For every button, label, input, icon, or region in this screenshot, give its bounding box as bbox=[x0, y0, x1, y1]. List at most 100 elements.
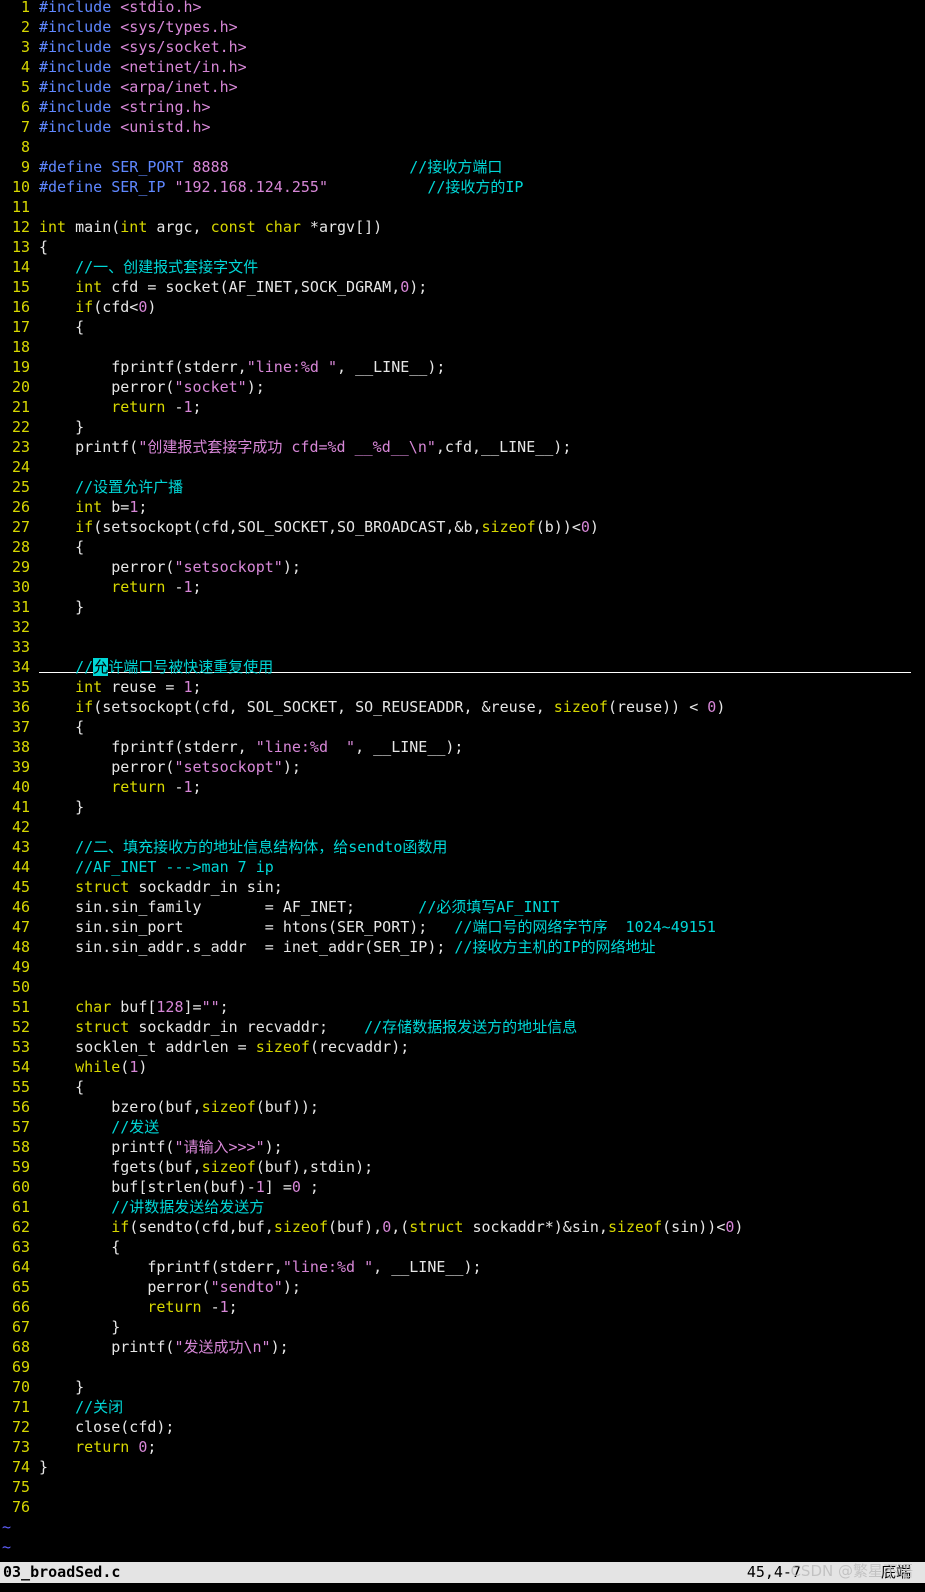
code-line[interactable]: 50 bbox=[0, 977, 925, 997]
code-line[interactable]: 53 socklen_t addrlen = sizeof(recvaddr); bbox=[0, 1037, 925, 1057]
code-token: sizeof bbox=[481, 518, 536, 536]
code-line[interactable]: 45 struct sockaddr_in sin; bbox=[0, 877, 925, 897]
line-number: 48 bbox=[11, 938, 30, 956]
code-line[interactable]: 6 #include <string.h> bbox=[0, 97, 925, 117]
code-line[interactable]: 30 return -1; bbox=[0, 577, 925, 597]
code-line[interactable]: 24 bbox=[0, 457, 925, 477]
code-line[interactable]: 12 int main(int argc, const char *argv[]) bbox=[0, 217, 925, 237]
code-line[interactable]: 36 if(setsockopt(cfd, SOL_SOCKET, SO_REU… bbox=[0, 697, 925, 717]
code-line[interactable]: 10 #define SER_IP "192.168.124.255" //接收方… bbox=[0, 177, 925, 197]
code-line[interactable]: 7 #include <unistd.h> bbox=[0, 117, 925, 137]
code-line[interactable]: 74} bbox=[0, 1457, 925, 1477]
code-line[interactable]: 48 sin.sin_addr.s_addr = inet_addr(SER_I… bbox=[0, 937, 925, 957]
code-editor[interactable]: 1 #include <stdio.h> 2 #include <sys/types.… bbox=[0, 0, 925, 1562]
code-line[interactable]: 46 sin.sin_family = AF_INET; //必须填写AF_IN… bbox=[0, 897, 925, 917]
code-line[interactable]: 21 return -1; bbox=[0, 397, 925, 417]
code-line[interactable]: 51 char buf[128]=""; bbox=[0, 997, 925, 1017]
line-number: 64 bbox=[11, 1258, 30, 1276]
code-token: (b))< bbox=[535, 518, 581, 536]
code-line[interactable]: 20 perror("socket"); bbox=[0, 377, 925, 397]
code-line[interactable]: 59 fgets(buf,sizeof(buf),stdin); bbox=[0, 1157, 925, 1177]
code-line[interactable]: 49 bbox=[0, 957, 925, 977]
code-token: argc, bbox=[147, 218, 211, 236]
code-line[interactable]: 42 bbox=[0, 817, 925, 837]
code-line[interactable]: 5 #include <arpa/inet.h> bbox=[0, 77, 925, 97]
code-line[interactable]: 58 printf("请输入>>>"); bbox=[0, 1137, 925, 1157]
code-line[interactable]: 25 //设置允许广播 bbox=[0, 477, 925, 497]
code-line[interactable]: 70 } bbox=[0, 1377, 925, 1397]
code-text: if(setsockopt(cfd, SOL_SOCKET, SO_REUSEA… bbox=[39, 697, 725, 717]
code-line[interactable]: 55 { bbox=[0, 1077, 925, 1097]
code-line[interactable]: 75 bbox=[0, 1477, 925, 1497]
code-line[interactable]: 64 fprintf(stderr,"line:%d ", __LINE__); bbox=[0, 1257, 925, 1277]
code-line[interactable]: 38 fprintf(stderr, "line:%d ", __LINE__)… bbox=[0, 737, 925, 757]
code-token: buf[strlen(buf)- bbox=[39, 1178, 256, 1196]
code-line[interactable]: 39 perror("setsockopt"); bbox=[0, 757, 925, 777]
code-line[interactable]: 33 bbox=[0, 637, 925, 657]
code-line[interactable]: 43 //二、填充接收方的地址信息结构体，给sendto函数用 bbox=[0, 837, 925, 857]
code-line[interactable]: 23 printf("创建报式套接字成功 cfd=%d __%d__\n",cf… bbox=[0, 437, 925, 457]
code-line[interactable]: 72 close(cfd); bbox=[0, 1417, 925, 1437]
code-line[interactable]: 28 { bbox=[0, 537, 925, 557]
code-line[interactable]: 34 //允许端口号被快速重复使用 bbox=[0, 657, 925, 677]
code-line[interactable]: 76 bbox=[0, 1497, 925, 1517]
code-line[interactable]: 31 } bbox=[0, 597, 925, 617]
code-line[interactable]: 65 perror("sendto"); bbox=[0, 1277, 925, 1297]
code-line[interactable]: 60 buf[strlen(buf)-1] =0 ; bbox=[0, 1177, 925, 1197]
code-line[interactable]: 47 sin.sin_port = htons(SER_PORT); //端口号… bbox=[0, 917, 925, 937]
code-token: sizeof bbox=[201, 1098, 256, 1116]
code-line[interactable]: 32 bbox=[0, 617, 925, 637]
code-line[interactable]: 67 } bbox=[0, 1317, 925, 1337]
code-line[interactable]: 18 bbox=[0, 337, 925, 357]
code-line[interactable]: 8 bbox=[0, 137, 925, 157]
code-line[interactable]: 52 struct sockaddr_in recvaddr; //存储数据报发… bbox=[0, 1017, 925, 1037]
code-line[interactable]: 9 #define SER_PORT 8888 //接收方端口 bbox=[0, 157, 925, 177]
code-token: ] = bbox=[264, 1178, 292, 1196]
code-line[interactable]: 14 //一、创建报式套接字文件 bbox=[0, 257, 925, 277]
code-line[interactable]: 26 int b=1; bbox=[0, 497, 925, 517]
code-line[interactable]: 73 return 0; bbox=[0, 1437, 925, 1457]
code-line[interactable]: 35 int reuse = 1; bbox=[0, 677, 925, 697]
code-token: ; bbox=[219, 998, 229, 1016]
code-line[interactable]: 3 #include <sys/socket.h> bbox=[0, 37, 925, 57]
code-line[interactable]: 27 if(setsockopt(cfd,SOL_SOCKET,SO_BROAD… bbox=[0, 517, 925, 537]
line-number: 39 bbox=[11, 758, 30, 776]
code-line[interactable]: 2 #include <sys/types.h> bbox=[0, 17, 925, 37]
code-line[interactable]: 19 fprintf(stderr,"line:%d ", __LINE__); bbox=[0, 357, 925, 377]
code-line[interactable]: 16 if(cfd<0) bbox=[0, 297, 925, 317]
code-line[interactable]: 4 #include <netinet/in.h> bbox=[0, 57, 925, 77]
code-line[interactable]: 41 } bbox=[0, 797, 925, 817]
code-line[interactable]: 37 { bbox=[0, 717, 925, 737]
code-line[interactable]: 22 } bbox=[0, 417, 925, 437]
code-text: fprintf(stderr,"line:%d ", __LINE__); bbox=[39, 1257, 481, 1277]
code-line[interactable]: 68 printf("发送成功\n"); bbox=[0, 1337, 925, 1357]
code-token: struct bbox=[409, 1218, 464, 1236]
code-line[interactable]: 56 bzero(buf,sizeof(buf)); bbox=[0, 1097, 925, 1117]
code-line[interactable]: 15 int cfd = socket(AF_INET,SOCK_DGRAM,0… bbox=[0, 277, 925, 297]
code-line[interactable]: 13 { bbox=[0, 237, 925, 257]
code-line[interactable]: 11 bbox=[0, 197, 925, 217]
code-line[interactable]: 54 while(1) bbox=[0, 1057, 925, 1077]
code-token: } bbox=[39, 598, 85, 616]
code-line[interactable]: 17 { bbox=[0, 317, 925, 337]
code-token: int bbox=[75, 498, 103, 516]
code-line[interactable]: 57 //发送 bbox=[0, 1117, 925, 1137]
code-token: { bbox=[39, 1078, 85, 1096]
code-line[interactable]: 44 //AF_INET --->man 7 ip bbox=[0, 857, 925, 877]
code-line[interactable]: 40 return -1; bbox=[0, 777, 925, 797]
code-token: char bbox=[75, 998, 112, 1016]
code-token: sizeof bbox=[273, 1218, 328, 1236]
code-line[interactable]: 1 #include <stdio.h> bbox=[0, 0, 925, 17]
code-line[interactable]: 29 perror("setsockopt"); bbox=[0, 557, 925, 577]
code-line[interactable]: 61 //讲数据发送给发送方 bbox=[0, 1197, 925, 1217]
code-line[interactable]: 69 bbox=[0, 1357, 925, 1377]
code-line[interactable]: 71 //关闭 bbox=[0, 1397, 925, 1417]
code-line[interactable]: 62 if(sendto(cfd,buf,sizeof(buf),0,(stru… bbox=[0, 1217, 925, 1237]
code-line[interactable]: 63 { bbox=[0, 1237, 925, 1257]
code-token: struct bbox=[75, 878, 130, 896]
code-line[interactable]: 66 return -1; bbox=[0, 1297, 925, 1317]
code-token: int bbox=[75, 678, 103, 696]
